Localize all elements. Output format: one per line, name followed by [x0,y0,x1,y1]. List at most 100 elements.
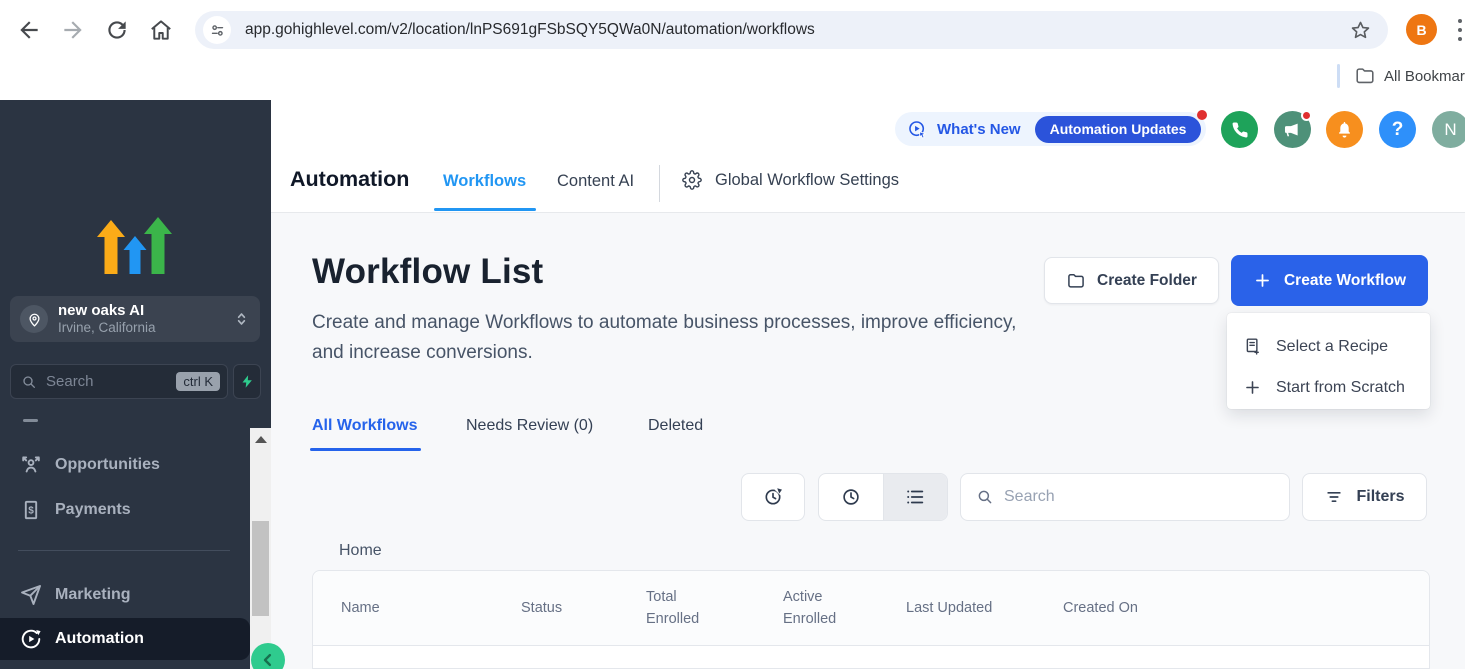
sidebar-item-label: Automation [55,630,144,648]
plus-icon [1243,378,1262,397]
create-workflow-button[interactable]: Create Workflow [1231,255,1428,306]
chevron-left-icon [259,651,277,669]
sidebar-item-opportunities[interactable]: Opportunities [0,444,250,486]
column-header-last-updated[interactable]: Last Updated [906,597,992,619]
global-workflow-settings-link[interactable]: Global Workflow Settings [682,170,899,190]
folder-icon [1066,271,1086,291]
location-switcher[interactable]: new oaks AI Irvine, California [10,296,260,342]
breadcrumb-home[interactable]: Home [339,542,382,560]
plus-icon [1253,271,1272,290]
menu-item-start-from-scratch[interactable]: Start from Scratch [1243,378,1405,397]
menu-item-select-recipe[interactable]: Select a Recipe [1243,337,1388,356]
browser-profile-avatar[interactable]: B [1406,14,1437,45]
recent-view-button[interactable] [819,474,883,520]
search-icon [976,488,994,506]
sidebar-divider [18,550,230,551]
sidebar-search-placeholder: Search [46,373,176,390]
help-button[interactable]: ? [1379,111,1416,148]
gear-icon [682,170,702,190]
column-header-active-enrolled[interactable]: Active Enrolled [783,586,836,630]
payments-icon: $ [19,498,43,522]
sidebar-item-label: Opportunities [55,456,160,474]
site-permissions-icon[interactable] [203,16,231,44]
sidebar-search-input[interactable]: Search ctrl K [10,364,228,399]
table-header-row: Name Status TotalEnrolled Active Enrolled… [313,571,1429,646]
browser-refresh-icon[interactable] [104,17,130,43]
filter-icon [1324,487,1344,507]
quick-actions-button[interactable] [233,364,261,399]
scroll-up-arrow[interactable] [255,436,267,443]
browser-back-icon[interactable] [16,17,42,43]
notifications-button[interactable] [1326,111,1363,148]
tab-content-ai[interactable]: Content AI [557,172,634,191]
user-avatar[interactable]: N [1432,111,1465,148]
whats-new-label: What's New [937,121,1021,138]
column-header-total-enrolled[interactable]: TotalEnrolled [646,586,699,630]
workflow-search-input[interactable] [1004,488,1289,506]
gohighlevel-workflows-page: app.gohighlevel.com/v2/location/lnPS691g… [0,0,1465,669]
tab-deleted[interactable]: Deleted [648,417,703,435]
profile-initial: B [1416,22,1426,38]
page-description: Create and manage Workflows to automate … [312,308,1027,368]
phone-icon [1231,121,1249,139]
gohighlevel-logo [96,216,174,280]
menu-item-label: Start from Scratch [1276,379,1405,397]
browser-home-icon[interactable] [148,17,174,43]
question-mark-icon: ? [1392,119,1404,141]
scrolled-item-remnant [23,419,38,422]
phone-button[interactable] [1221,111,1258,148]
menu-item-label: Select a Recipe [1276,338,1388,356]
avatar-initial: N [1444,120,1456,140]
create-folder-button[interactable]: Create Folder [1044,257,1219,304]
sidebar-item-marketing[interactable]: Marketing [0,574,250,616]
sidebar-item-label: Payments [55,501,131,519]
search-icon [21,374,37,390]
column-header-status[interactable]: Status [521,597,562,619]
tab-workflows[interactable]: Workflows [443,172,526,191]
sidebar-scrollbar[interactable] [250,428,271,669]
bookmarks-folder-icon[interactable] [1354,65,1376,87]
filters-label: Filters [1356,488,1404,506]
announcements-button[interactable] [1274,111,1311,148]
sidebar-item-sites[interactable]: Sites [0,663,250,669]
global-workflow-settings-label: Global Workflow Settings [715,171,899,190]
location-name: new oaks AI [58,302,144,319]
all-bookmarks-label[interactable]: All Bookmarks [1384,68,1465,85]
megaphone-icon [1283,120,1302,139]
list-view-button[interactable] [883,474,948,520]
browser-address-bar[interactable]: app.gohighlevel.com/v2/location/lnPS691g… [195,11,1388,49]
create-workflow-label: Create Workflow [1284,272,1406,290]
history-clock-icon [762,486,784,508]
view-toggle [818,473,948,521]
sidebar-item-payments[interactable]: $ Payments [0,489,250,531]
url-text: app.gohighlevel.com/v2/location/lnPS691g… [245,21,1349,39]
active-tab-underline [434,208,536,211]
workflow-search [960,473,1290,521]
scrollbar-thumb[interactable] [252,521,269,616]
enrollment-history-button[interactable] [741,473,805,521]
whats-new-button[interactable]: What's New Automation Updates [895,112,1206,146]
automation-icon [19,627,43,651]
column-header-name[interactable]: Name [341,597,380,619]
page-section-title: Automation [290,167,409,192]
column-line: Enrolled [646,611,699,627]
automation-updates-label: Automation Updates [1050,121,1187,137]
sidebar-item-automation[interactable]: Automation [0,618,250,660]
announcements-notification-dot [1301,110,1312,121]
automation-updates-badge[interactable]: Automation Updates [1035,116,1202,143]
bookmark-star-icon[interactable] [1349,19,1372,42]
workflows-table: Name Status TotalEnrolled Active Enrolled… [312,570,1430,669]
active-tab-underline [310,448,421,451]
column-line: Enrolled [783,611,836,627]
column-header-created-on[interactable]: Created On [1063,597,1138,619]
column-line: Active [783,589,823,605]
tab-all-workflows[interactable]: All Workflows [312,417,418,435]
browser-forward-icon[interactable] [60,17,86,43]
browser-menu-icon[interactable] [1458,19,1462,41]
sidebar-item-label: Marketing [55,586,131,604]
tab-needs-review[interactable]: Needs Review (0) [466,417,593,435]
filters-button[interactable]: Filters [1302,473,1427,521]
sidebar-collapse-button[interactable] [251,643,285,669]
whats-new-icon [907,119,928,140]
create-folder-label: Create Folder [1097,272,1197,290]
